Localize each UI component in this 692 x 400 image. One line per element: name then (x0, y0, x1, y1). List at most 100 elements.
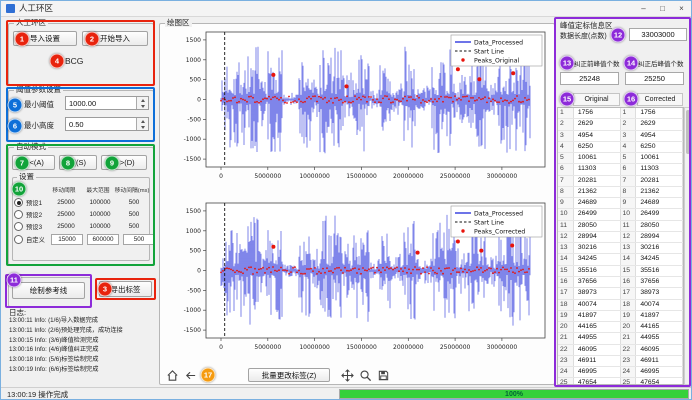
peak-row[interactable]: 1128050 1128050 (558, 221, 683, 232)
peak-row[interactable]: 2346911 2346911 (558, 356, 683, 367)
corrected-column-header[interactable]: Corrected (637, 93, 683, 106)
svg-text:1500: 1500 (186, 37, 201, 44)
peak-row[interactable]: 1026499 1026499 (558, 209, 683, 220)
settings-subgroup-title: 设置 (17, 173, 36, 181)
window-title: 人工环区 (19, 1, 53, 16)
peak-row[interactable]: 2446995 2446995 (558, 367, 683, 378)
preset-value: 25000 (49, 223, 83, 230)
peak-row[interactable]: 510061 510061 (558, 153, 683, 164)
peak-row[interactable]: 2246095 2246095 (558, 345, 683, 356)
preset-radio[interactable] (14, 222, 23, 231)
callout-9: 9 (105, 156, 120, 171)
save-button[interactable] (376, 368, 391, 383)
signal-plot-top[interactable]: 0500000010000000150000002000000025000000… (162, 27, 551, 197)
plot-group-title: 绘图区 (165, 19, 192, 27)
svg-text:25000000: 25000000 (440, 173, 471, 180)
home-button[interactable] (165, 368, 180, 383)
callout-2: 2 (85, 32, 100, 47)
svg-text:Start Line: Start Line (474, 49, 504, 56)
callout-14: 14 (624, 56, 639, 71)
min-threshold-spinbox[interactable]: 1000.00 (65, 96, 149, 110)
callout-12: 12 (611, 28, 626, 43)
preset-radio[interactable] (14, 210, 23, 219)
svg-text:30000000: 30000000 (487, 173, 518, 180)
original-column-header[interactable]: Original (573, 93, 620, 106)
settings-col-header: 最大范围 (81, 185, 115, 194)
custom-value-input[interactable]: 15000 (51, 234, 83, 245)
peak-row[interactable]: 1330216 1330216 (558, 243, 683, 254)
log-area[interactable]: 13:00:11 Info: (1/6)导入数据完成13:00:11 Info:… (9, 316, 155, 382)
peak-row[interactable]: 924689 924689 (558, 198, 683, 209)
peak-row[interactable]: 22629 22629 (558, 119, 683, 130)
peak-table-scrollbar[interactable] (684, 107, 690, 385)
minimize-button[interactable]: – (634, 1, 653, 16)
peak-row[interactable]: 1738973 1738973 (558, 288, 683, 299)
peak-row[interactable]: 34954 34954 (558, 131, 683, 142)
draw-refline-button[interactable]: 绘制参考线 (12, 282, 85, 299)
preset-value: 25000 (49, 211, 83, 218)
custom-value-input[interactable]: 600000 (87, 234, 119, 245)
peak-row[interactable]: 2547654 2547654 (558, 378, 683, 385)
peak-table: 11756 11756 22629 22629 34954 34954 4625… (557, 107, 684, 385)
peak-row[interactable]: 11756 11756 (558, 108, 683, 119)
preset-value: 100000 (83, 199, 117, 206)
peak-row[interactable]: 1840074 1840074 (558, 300, 683, 311)
callout-6: 6 (8, 119, 23, 134)
peak-row[interactable]: 46250 46250 (558, 142, 683, 153)
preset-radio[interactable] (14, 198, 23, 207)
svg-text:20000000: 20000000 (393, 344, 424, 351)
save-icon (377, 369, 390, 382)
peak-row[interactable]: 720281 720281 (558, 176, 683, 187)
svg-text:15000000: 15000000 (346, 344, 377, 351)
peak-row[interactable]: 2044165 2044165 (558, 322, 683, 333)
svg-text:Peaks_Corrected: Peaks_Corrected (474, 229, 525, 236)
peak-row[interactable]: 1434245 1434245 (558, 254, 683, 265)
zoom-button[interactable] (358, 368, 373, 383)
settings-row: 预设125000100000500 (14, 197, 151, 208)
spin-down-icon[interactable] (137, 103, 148, 109)
signal-plot-bottom[interactable]: 0500000010000000150000002000000025000000… (162, 198, 551, 368)
svg-text:1500: 1500 (186, 208, 201, 215)
preset-value: 25000 (49, 199, 83, 206)
svg-text:15000000: 15000000 (346, 173, 377, 180)
batch-edit-labels-button[interactable]: 批量更改标签(Z) (248, 368, 330, 382)
preset-value: 100000 (83, 223, 117, 230)
preset-radio[interactable] (14, 235, 23, 244)
app-icon (6, 4, 15, 13)
custom-value-input[interactable]: 500 (123, 234, 155, 245)
manual-group-title: 人工环区 (14, 19, 48, 27)
svg-text:Data_Processed: Data_Processed (474, 40, 523, 47)
svg-text:500: 500 (190, 248, 202, 255)
min-threshold-value: 1000.00 (66, 97, 136, 109)
svg-text:0: 0 (219, 173, 223, 180)
peak-row[interactable]: 611303 611303 (558, 164, 683, 175)
log-line: 13:00:15 Info: (3/6)峰值检测完成 (9, 336, 155, 346)
maximize-button[interactable]: □ (653, 1, 672, 16)
plot-toolbar: 批量更改标签(Z) (165, 367, 391, 383)
pan-button[interactable] (340, 368, 355, 383)
log-line: 13:00:11 Info: (1/6)导入数据完成 (9, 316, 155, 326)
preset-value: 500 (117, 199, 151, 206)
settings-row: 自定义15000 600000 500 (14, 234, 157, 245)
callout-4: 4 (50, 54, 65, 69)
min-height-spinbox[interactable]: 0.50 (65, 117, 149, 131)
peak-row[interactable]: 1637656 1637656 (558, 277, 683, 288)
preset-label: 自定义 (26, 235, 49, 244)
spin-down-icon[interactable] (137, 124, 148, 130)
close-button[interactable]: × (672, 1, 691, 16)
data-length-label: 数据长度(点数) (560, 31, 607, 41)
back-button[interactable] (183, 368, 198, 383)
peak-row[interactable]: 2144955 2144955 (558, 333, 683, 344)
back-arrow-icon (184, 369, 197, 382)
svg-text:Data_Processed: Data_Processed (474, 211, 523, 218)
peak-row[interactable]: 1228994 1228994 (558, 232, 683, 243)
log-line: 13:00:11 Info: (2/6)预处理完成，成功连接 (9, 326, 155, 336)
progress-bar: 100% (339, 389, 689, 399)
svg-text:-1500: -1500 (184, 327, 202, 334)
svg-text:10000000: 10000000 (299, 344, 330, 351)
scrollbar-thumb[interactable] (686, 110, 690, 154)
peak-row[interactable]: 1535516 1535516 (558, 266, 683, 277)
peak-row[interactable]: 821362 821362 (558, 187, 683, 198)
peak-row[interactable]: 1941897 1941897 (558, 311, 683, 322)
min-height-value: 0.50 (66, 118, 136, 130)
